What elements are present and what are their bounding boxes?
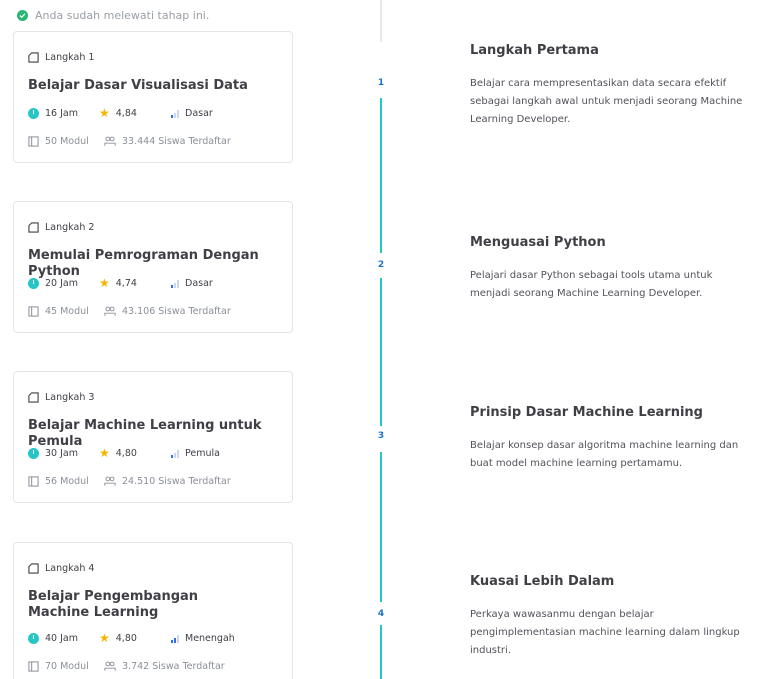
clock-icon — [28, 278, 39, 289]
course-level: Dasar — [185, 108, 213, 119]
clock-icon — [28, 448, 39, 459]
star-icon: ★ — [99, 446, 110, 460]
level-bars-icon — [171, 279, 179, 288]
course-students: 24.510 Siswa Terdaftar — [122, 476, 231, 487]
level-bars-icon — [171, 449, 179, 458]
step-heading: Menguasai Python — [470, 235, 606, 250]
level-bars-icon — [171, 109, 179, 118]
course-stats: 45 Modul 43.106 Siswa Terdaftar — [28, 306, 231, 317]
course-stats: 56 Modul 24.510 Siswa Terdaftar — [28, 476, 231, 487]
course-modules: 50 Modul — [45, 136, 89, 147]
users-icon — [104, 661, 116, 671]
module-icon — [28, 306, 39, 317]
module-icon — [28, 476, 39, 487]
course-rating: 4,80 — [115, 448, 137, 459]
course-meta: 16 Jam ★ 4,84 Dasar — [28, 106, 213, 120]
course-hours: 20 Jam — [45, 278, 78, 289]
step-label: Langkah 1 — [28, 52, 94, 63]
timeline-line-segment-4 — [380, 625, 382, 679]
star-icon: ★ — [99, 276, 110, 290]
course-level: Menengah — [185, 633, 235, 644]
course-students: 33.444 Siswa Terdaftar — [122, 136, 231, 147]
star-icon: ★ — [99, 106, 110, 120]
course-rating: 4,74 — [115, 278, 137, 289]
course-title[interactable]: Belajar Dasar Visualisasi Data — [28, 78, 283, 94]
course-title[interactable]: Belajar Pengembangan Machine Learning — [28, 589, 243, 621]
course-hours: 40 Jam — [45, 633, 78, 644]
step-description: Belajar konsep dasar algoritma machine l… — [470, 440, 739, 469]
users-icon — [104, 306, 116, 316]
timeline-line-top — [380, 0, 382, 42]
step-flag-icon — [28, 563, 39, 574]
star-icon: ★ — [99, 631, 110, 645]
step-heading: Langkah Pertama — [470, 43, 599, 58]
course-modules: 45 Modul — [45, 306, 89, 317]
course-stats: 50 Modul 33.444 Siswa Terdaftar — [28, 136, 231, 147]
course-hours: 30 Jam — [45, 448, 78, 459]
clock-icon — [28, 108, 39, 119]
step-flag-icon — [28, 392, 39, 403]
course-meta: 40 Jam ★ 4,80 Menengah — [28, 631, 235, 645]
timeline-step-number: 3 — [377, 431, 385, 441]
step-flag-icon — [28, 52, 39, 63]
step-description: Pelajari dasar Python sebagai tools utam… — [470, 270, 713, 299]
timeline-line-segment-2 — [380, 278, 382, 426]
step-description: Belajar cara mempresentasikan data secar… — [470, 78, 743, 125]
module-icon — [28, 136, 39, 147]
course-rating: 4,84 — [115, 108, 137, 119]
course-rating: 4,80 — [115, 633, 137, 644]
timeline-step-number: 4 — [377, 609, 385, 619]
users-icon — [104, 136, 116, 146]
step-flag-icon — [28, 222, 39, 233]
course-modules: 70 Modul — [45, 661, 89, 672]
users-icon — [104, 476, 116, 486]
module-icon — [28, 661, 39, 672]
course-title[interactable]: Belajar Machine Learning untuk Pemula — [28, 418, 283, 450]
course-modules: 56 Modul — [45, 476, 89, 487]
course-students: 43.106 Siswa Terdaftar — [122, 306, 231, 317]
course-hours: 16 Jam — [45, 108, 78, 119]
course-students: 3.742 Siswa Terdaftar — [122, 661, 225, 672]
course-meta: 20 Jam ★ 4,74 Dasar — [28, 276, 213, 290]
clock-icon — [28, 633, 39, 644]
step-label: Langkah 4 — [28, 563, 94, 574]
course-meta: 30 Jam ★ 4,80 Pemula — [28, 446, 220, 460]
course-level: Dasar — [185, 278, 213, 289]
course-card[interactable]: Langkah 4 Belajar Pengembangan Machine L… — [13, 542, 293, 679]
timeline-line-segment-1 — [380, 98, 382, 253]
timeline-line-segment-3 — [380, 452, 382, 602]
course-level: Pemula — [185, 448, 220, 459]
course-card[interactable]: Langkah 2 Memulai Pemrograman Dengan Pyt… — [13, 201, 293, 333]
step-heading: Kuasai Lebih Dalam — [470, 574, 615, 589]
level-bars-icon — [171, 634, 179, 643]
timeline-step-number: 1 — [377, 78, 385, 88]
timeline-step-number: 2 — [377, 260, 385, 270]
step-label: Langkah 3 — [28, 392, 94, 403]
course-card[interactable]: Langkah 1 Belajar Dasar Visualisasi Data… — [13, 31, 293, 163]
course-card[interactable]: Langkah 3 Belajar Machine Learning untuk… — [13, 371, 293, 503]
completed-notice-text: Anda sudah melewati tahap ini. — [35, 9, 210, 22]
course-stats: 70 Modul 3.742 Siswa Terdaftar — [28, 661, 225, 672]
step-heading: Prinsip Dasar Machine Learning — [470, 405, 703, 420]
step-label: Langkah 2 — [28, 222, 94, 233]
completed-notice: Anda sudah melewati tahap ini. — [17, 9, 209, 22]
check-circle-icon — [17, 10, 28, 21]
course-title[interactable]: Memulai Pemrograman Dengan Python — [28, 248, 283, 280]
step-description: Perkaya wawasanmu dengan belajar pengimp… — [470, 609, 740, 656]
